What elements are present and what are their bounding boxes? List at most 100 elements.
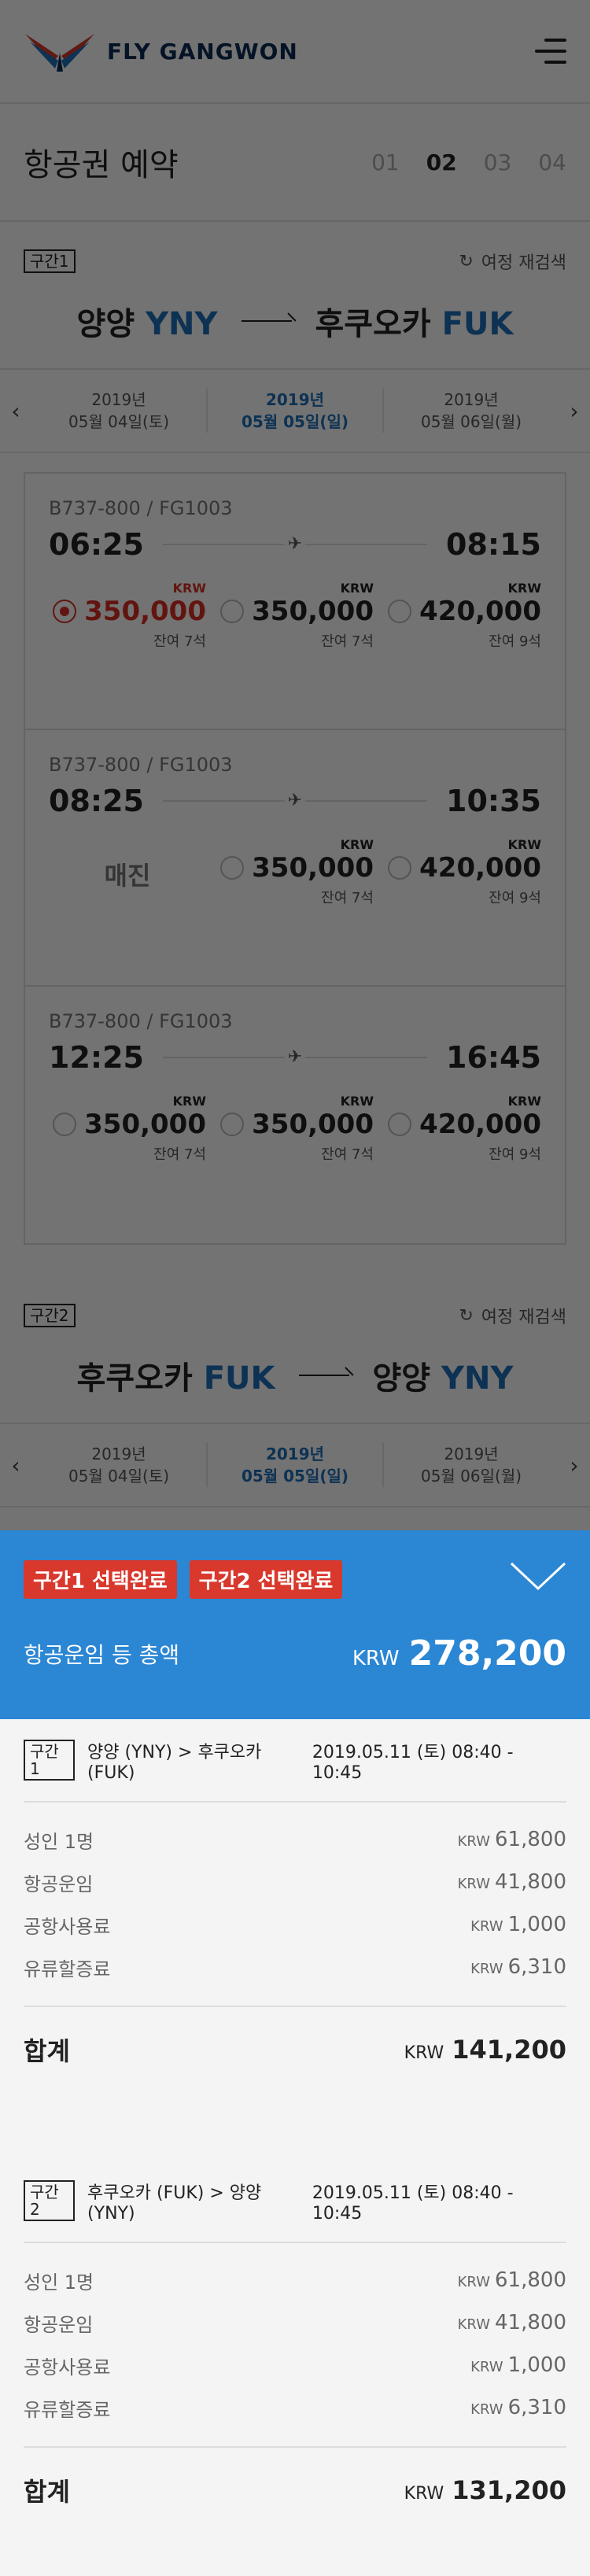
- fare-option[interactable]: KRW 420,000 잔여 9석: [384, 837, 541, 907]
- refresh-icon: ↻: [459, 251, 474, 271]
- segment1-header: 구간1 ↻ 여정 재검색: [0, 249, 590, 274]
- segment1-date-selector: ‹ 2019년 05월 04일(토) 2019년 05월 05일(일) 2019년 0…: [0, 368, 590, 453]
- leg-badge: 구간1: [24, 1740, 76, 1781]
- site-header: FLY GANGWON: [0, 0, 590, 104]
- route-from: 양양 YNY: [76, 306, 218, 342]
- date-option[interactable]: 2019년 05월 06일(월): [384, 389, 559, 433]
- fare-item: 공항사용료 KRW 1,000: [24, 2353, 566, 2379]
- departure-time: 08:25: [49, 784, 144, 818]
- menu-icon[interactable]: [535, 39, 566, 64]
- date-option-selected[interactable]: 2019년 05월 05일(일): [208, 389, 384, 433]
- title-bar: 항공권 예약 01 02 03 04: [0, 104, 590, 222]
- fare-option[interactable]: KRW 420,000 잔여 9석: [384, 581, 541, 651]
- arrival-time: 10:35: [446, 784, 541, 818]
- segment1-route: 양양 YNY 후쿠오카 FUK: [0, 274, 590, 368]
- airplane-icon: ✈: [284, 534, 306, 554]
- leg-sum: 합계 KRW 131,200: [24, 2475, 566, 2507]
- segment2-date-selector: ‹ 2019년 05월 04일(토) 2019년 05월 05일(일) 2019년 0…: [0, 1423, 590, 1508]
- logo[interactable]: FLY GANGWON: [24, 29, 298, 73]
- step-2: 02: [426, 149, 457, 175]
- step-4: 04: [538, 149, 566, 175]
- wings-logo-icon: [25, 34, 94, 72]
- leg-sum: 합계 KRW 141,200: [24, 2035, 566, 2066]
- research-label: 여정 재검색: [481, 1308, 566, 1327]
- radio-icon[interactable]: [53, 1113, 77, 1136]
- aircraft-info: B737-800 / FG1003: [49, 754, 233, 776]
- arrow-icon: [241, 320, 292, 322]
- next-date-icon[interactable]: ›: [559, 1452, 590, 1478]
- airplane-icon: ✈: [284, 1047, 306, 1067]
- soldout-label: 매진: [104, 861, 151, 891]
- fare-item: 유류할증료 KRW 6,310: [24, 2396, 566, 2421]
- date-option-selected[interactable]: 2019년 05월 05일(일): [208, 1443, 384, 1487]
- date-option[interactable]: 2019년 05월 06일(월): [384, 1443, 559, 1487]
- flight-list: B737-800 / FG1003 06:25 ✈ 08:15 KRW 350,…: [24, 472, 566, 1245]
- chevron-down-icon[interactable]: [510, 1560, 566, 1592]
- segment2-badge: 구간2: [24, 1304, 76, 1327]
- step-indicator: 01 02 03 04: [371, 149, 566, 175]
- arrow-icon: [298, 1375, 349, 1376]
- fare-option[interactable]: KRW 350,000 잔여 7석: [49, 1094, 206, 1164]
- fare-item: 유류할증료 KRW 6,310: [24, 1955, 566, 1980]
- fare-item: 성인 1명 KRW 61,800: [24, 1828, 566, 1853]
- fare-item: 공항사용료 KRW 1,000: [24, 1913, 566, 1938]
- research-label: 여정 재검색: [481, 253, 566, 273]
- arrival-time: 16:45: [446, 1040, 541, 1075]
- leg1-detail: 구간1 양양 (YNY) > 후쿠오카 (FUK) 2019.05.11 (토)…: [0, 1719, 590, 2092]
- logo-text: FLY GANGWON: [107, 38, 298, 65]
- radio-icon[interactable]: [388, 1113, 412, 1136]
- date-option[interactable]: 2019년 05월 04일(토): [31, 389, 208, 433]
- radio-icon[interactable]: [220, 1113, 245, 1136]
- leg-badge: 구간2: [24, 2180, 76, 2221]
- booking-page: FLY GANGWON 항공권 예약 01 02 03 04 구간1 ↻ 여정 …: [0, 0, 590, 1530]
- route-from: 후쿠오카 FUK: [76, 1360, 275, 1397]
- step-3: 03: [483, 149, 512, 175]
- segment1-complete-badge: 구간1 선택완료: [24, 1560, 177, 1599]
- fare-option[interactable]: KRW 350,000 잔여 7석: [216, 581, 374, 651]
- leg2-detail: 구간2 후쿠오카 (FUK) > 양양 (YNY) 2019.05.11 (토)…: [0, 2160, 590, 2533]
- radio-icon[interactable]: [388, 856, 412, 880]
- flight-card: B737-800 / FG1003 08:25 ✈ 10:35 매진 KRW 3…: [25, 730, 565, 987]
- segment2-header: 구간2 ↻ 여정 재검색: [0, 1303, 590, 1328]
- fare-item: 항공운임 KRW 41,800: [24, 1870, 566, 1895]
- step-1: 01: [371, 149, 400, 175]
- research-button[interactable]: ↻ 여정 재검색: [459, 249, 566, 274]
- fare-option[interactable]: KRW 350,000 잔여 7석: [216, 837, 374, 907]
- fare-option-selected[interactable]: KRW 350,000 잔여 7석: [49, 581, 206, 651]
- prev-date-icon[interactable]: ‹: [0, 398, 31, 424]
- fare-item: 항공운임 KRW 41,800: [24, 2311, 566, 2336]
- refresh-icon: ↻: [459, 1305, 474, 1326]
- leg-route: 후쿠오카 (FUK) > 양양 (YNY): [87, 2183, 262, 2224]
- summary-header: 구간1 선택완료 구간2 선택완료 항공운임 등 총액 KRW 278,200: [0, 1530, 590, 1719]
- segment2-complete-badge: 구간2 선택완료: [189, 1560, 343, 1599]
- fare-option[interactable]: KRW 420,000 잔여 9석: [384, 1094, 541, 1164]
- prev-date-icon[interactable]: ‹: [0, 1452, 31, 1478]
- leg-datetime: 2019.05.11 (토) 08:40 - 10:45: [312, 2183, 514, 2224]
- radio-icon[interactable]: [388, 600, 412, 623]
- total-amount: KRW 278,200: [352, 1633, 566, 1674]
- fare-option[interactable]: KRW 350,000 잔여 7석: [216, 1094, 374, 1164]
- airplane-icon: ✈: [284, 791, 306, 810]
- departure-time: 06:25: [49, 527, 144, 562]
- research-button[interactable]: ↻ 여정 재검색: [459, 1303, 566, 1328]
- date-option[interactable]: 2019년 05월 04일(토): [31, 1443, 208, 1487]
- aircraft-info: B737-800 / FG1003: [49, 1010, 233, 1032]
- fare-summary-sheet: 구간1 선택완료 구간2 선택완료 항공운임 등 총액 KRW 278,200 구…: [0, 1530, 590, 2576]
- flight-card: B737-800 / FG1003 06:25 ✈ 08:15 KRW 350,…: [25, 474, 565, 730]
- arrival-time: 08:15: [446, 527, 541, 562]
- radio-icon[interactable]: [220, 856, 245, 880]
- leg-route: 양양 (YNY) > 후쿠오카 (FUK): [87, 1742, 262, 1783]
- segment2-route: 후쿠오카 FUK 양양 YNY: [0, 1328, 590, 1423]
- fare-item: 성인 1명 KRW 61,800: [24, 2268, 566, 2294]
- next-date-icon[interactable]: ›: [559, 398, 590, 424]
- route-to: 후쿠오카 FUK: [315, 306, 514, 342]
- segment1-badge: 구간1: [24, 249, 76, 273]
- radio-icon[interactable]: [220, 600, 245, 623]
- total-label: 항공운임 등 총액: [24, 1641, 180, 1668]
- departure-time: 12:25: [49, 1040, 144, 1075]
- route-to: 양양 YNY: [372, 1360, 514, 1397]
- flight-card: B737-800 / FG1003 12:25 ✈ 16:45 KRW 350,…: [25, 987, 565, 1243]
- page-title: 항공권 예약: [24, 147, 179, 183]
- radio-icon[interactable]: [53, 600, 77, 623]
- aircraft-info: B737-800 / FG1003: [49, 497, 233, 519]
